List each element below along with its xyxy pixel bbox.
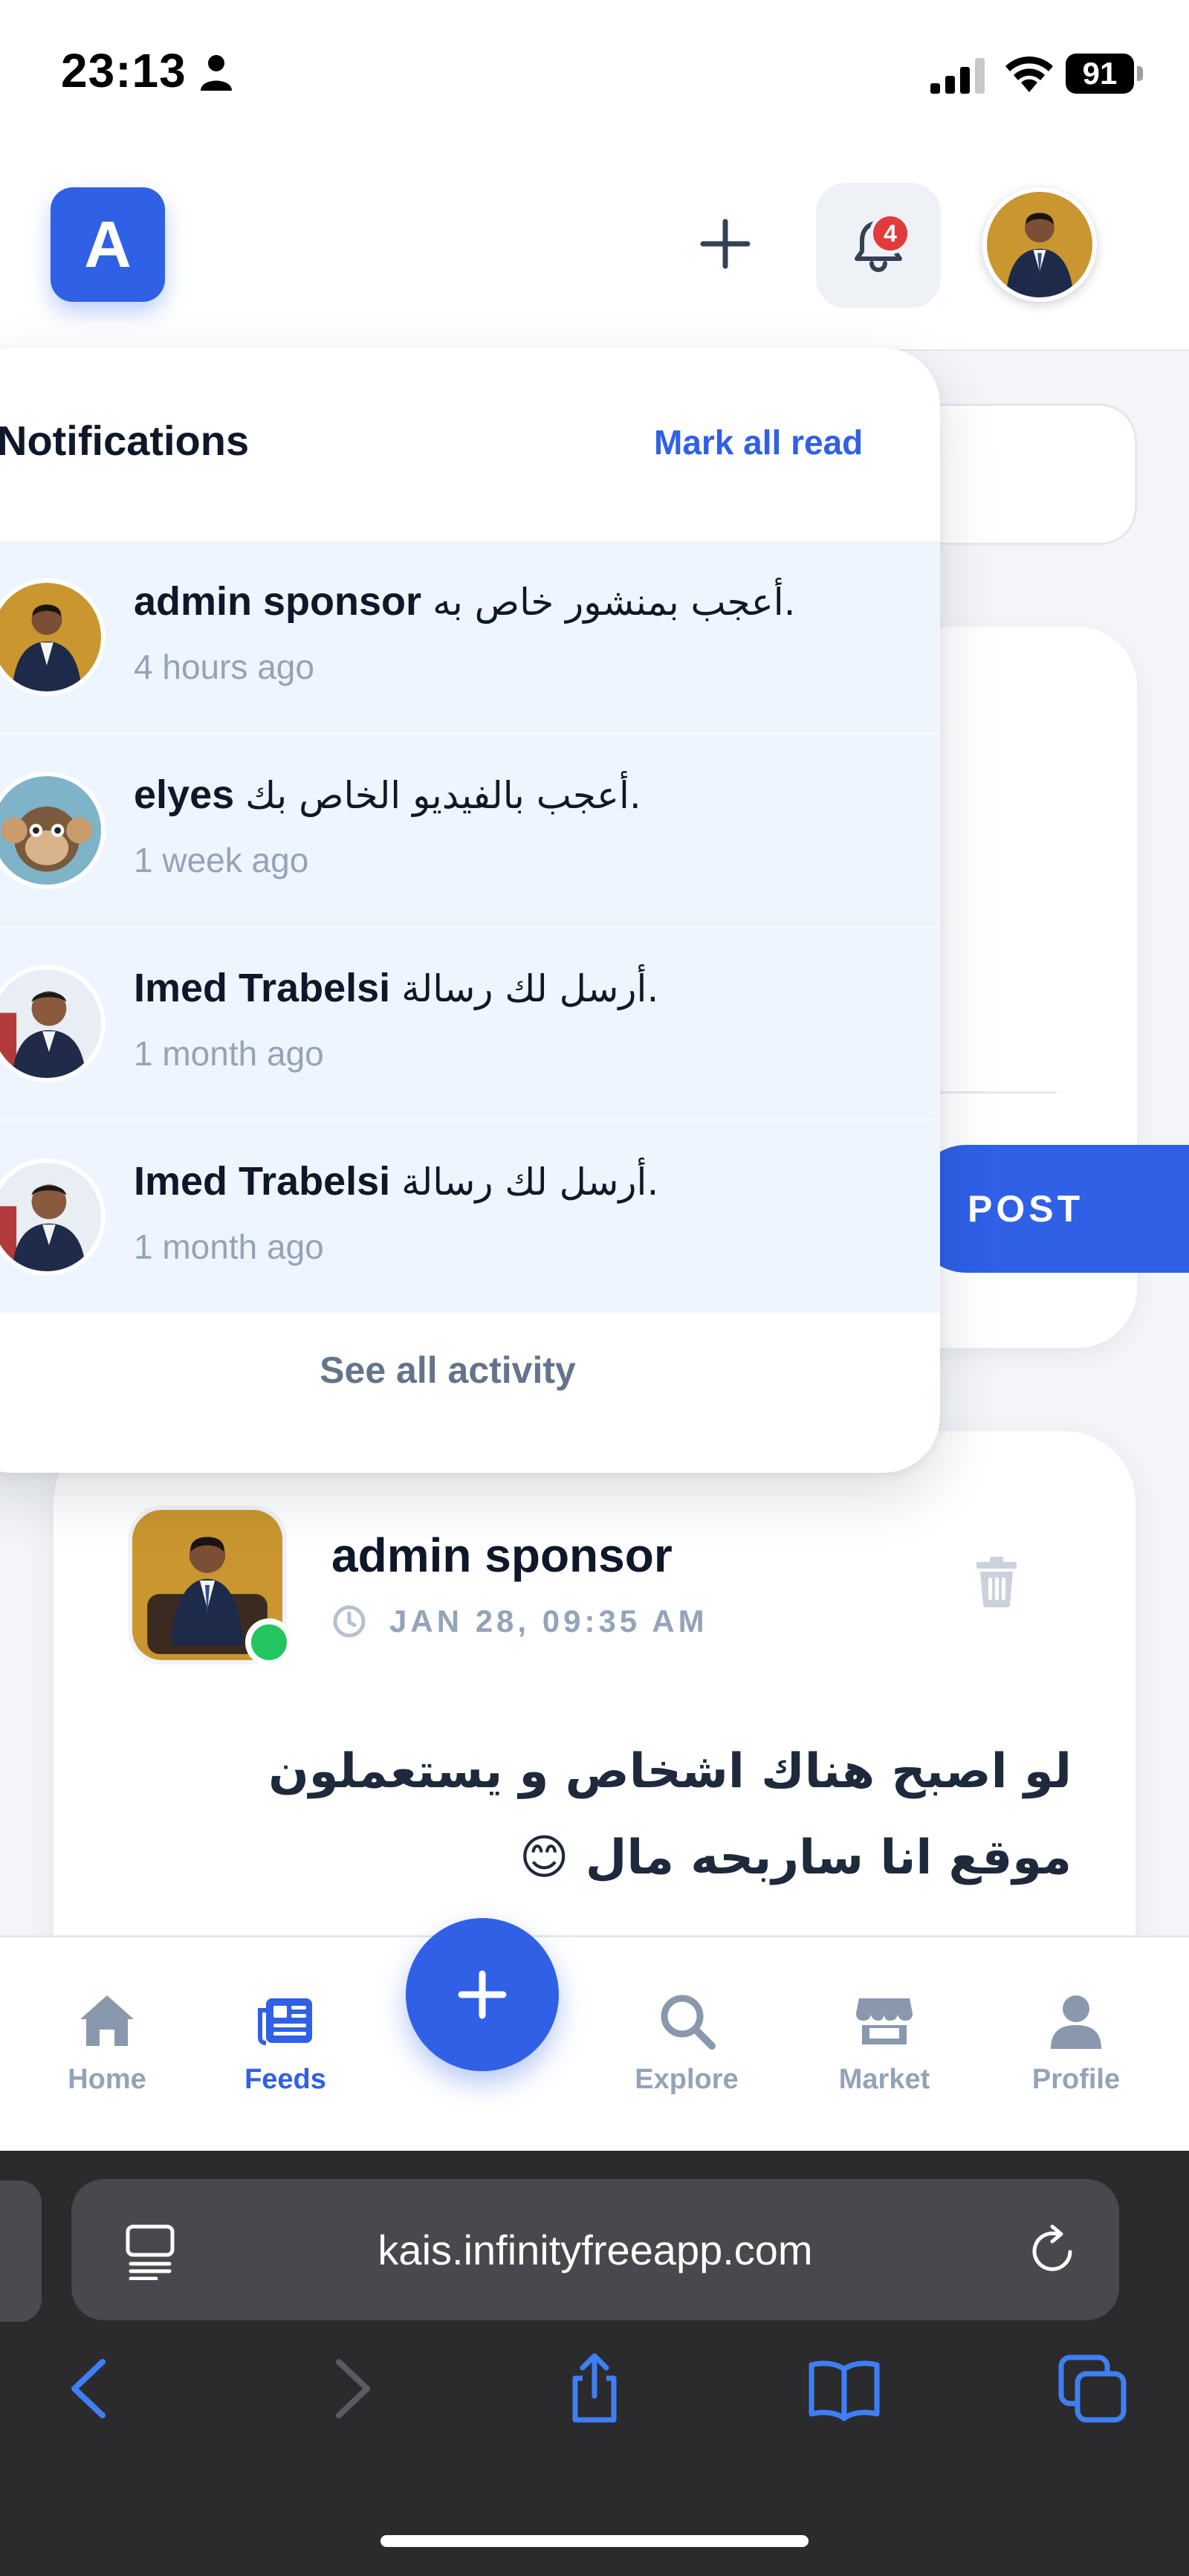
avatar-photo-icon [0,776,101,885]
mark-all-read-button[interactable]: Mark all read [654,422,863,462]
nav-feeds-label: Feeds [244,2064,326,2095]
url-text: kais.infinityfreeapp.com [378,2226,813,2273]
bottom-navigation: Home Feeds Explore Market Profile [0,1935,1189,2151]
notification-text: Imed Trabelsi أرسل لك رسالة. [134,1158,658,1204]
reload-icon[interactable] [1024,2222,1081,2279]
user-avatar[interactable] [982,187,1097,302]
notification-item[interactable]: admin sponsor أعجب بمنشور خاص به. 4 hour… [0,541,940,735]
notification-name: Imed Trabelsi [134,1159,391,1204]
notification-text: elyes أعجب بالفيديو الخاص بك. [134,772,641,818]
battery-tip [1137,66,1143,81]
home-icon [80,1995,134,2046]
nav-explore-label: Explore [635,2064,739,2095]
post-author-name[interactable]: admin sponsor [331,1528,673,1583]
notification-item[interactable]: elyes أعجب بالفيديو الخاص بك. 1 week ago [0,735,940,928]
battery-indicator: 91 [1066,54,1143,94]
post-text: لو اصبح هناك اشخاص و يستعملون موقع انا س… [268,1744,1072,1885]
notifications-list: admin sponsor أعجب بمنشور خاص به. 4 hour… [0,541,940,1314]
address-bar[interactable]: kais.infinityfreeapp.com [71,2179,1119,2320]
notification-name: admin sponsor [134,579,422,624]
app-logo[interactable]: A [51,187,165,302]
nav-profile[interactable]: Profile [994,1988,1158,2122]
notifications-header: Notifications Mark all read [0,348,940,541]
notifications-button[interactable]: 4 [816,183,941,308]
wifi-icon [1005,57,1053,92]
avatar-photo-icon [0,969,101,1078]
status-bar: 23:13 91 [0,0,1189,149]
plus-icon [458,1970,507,2019]
cellular-signal-icon [930,58,985,94]
create-post-fab[interactable] [406,1918,559,2071]
notification-time: 1 week ago [134,841,309,879]
tabs-icon[interactable] [1055,2351,1130,2426]
notification-action: أعجب بالفيديو الخاص بك. [245,774,641,817]
notification-item[interactable]: Imed Trabelsi أرسل لك رسالة. 1 month ago [0,1121,940,1314]
notification-avatar [0,578,106,696]
notification-avatar [0,965,106,1082]
back-icon[interactable] [55,2351,129,2426]
home-indicator [380,2535,809,2547]
browser-toolbar: kais.infinityfreeapp.com [0,2151,1189,2576]
search-icon [661,1995,716,2050]
online-status-dot [245,1618,293,1666]
bookmarks-icon[interactable] [807,2351,881,2426]
notification-time: 4 hours ago [134,648,314,686]
share-icon[interactable] [557,2351,632,2426]
notification-name: Imed Trabelsi [134,966,391,1010]
app-screen: 23:13 91 A 4 POST admin sponsor JAN 28, … [0,0,1189,2576]
see-all-activity-link[interactable]: See all activity [0,1314,940,1426]
previous-tab-edge[interactable] [0,2180,42,2322]
avatar-photo-icon [0,1163,101,1271]
notification-time: 1 month ago [134,1034,324,1073]
notification-avatar [0,772,106,889]
notifications-dropdown: Notifications Mark all read admin sponso… [0,348,940,1473]
forward-icon[interactable] [312,2351,386,2426]
nav-feeds[interactable]: Feeds [204,1988,367,2122]
notification-text: admin sponsor أعجب بمنشور خاص به. [134,578,796,624]
avatar-photo-icon [0,583,101,691]
person-icon [201,55,232,91]
nav-profile-label: Profile [1031,2064,1121,2095]
trash-icon[interactable] [973,1556,1020,1608]
post-timestamp: JAN 28, 09:35 AM [389,1604,708,1639]
nav-home[interactable]: Home [25,1988,189,2122]
nav-explore[interactable]: Explore [605,1988,768,2122]
nav-market-label: Market [838,2064,930,2095]
feeds-icon [258,1998,312,2045]
nav-home-label: Home [68,2064,146,2095]
notification-item[interactable]: Imed Trabelsi أرسل لك رسالة. 1 month ago [0,928,940,1121]
nav-market[interactable]: Market [803,1988,966,2122]
post-timestamp-row: JAN 28, 09:35 AM [331,1604,708,1639]
notification-action: أعجب بمنشور خاص به. [432,581,796,624]
status-time: 23:13 [61,44,187,97]
app-header: A 4 [0,149,1189,351]
notification-avatar [0,1158,106,1276]
notification-count-badge: 4 [869,213,911,254]
notification-action: أرسل لك رسالة. [401,967,659,1010]
notification-name: elyes [134,772,235,817]
post-button[interactable]: POST [914,1145,1189,1273]
user-icon [1051,1995,1101,2049]
notification-action: أرسل لك رسالة. [401,1161,659,1204]
notification-time: 1 month ago [134,1227,324,1266]
clock-icon [333,1605,366,1638]
notifications-title: Notifications [0,417,250,464]
add-icon[interactable] [696,214,755,274]
avatar-photo-icon [987,192,1092,297]
battery-level: 91 [1066,54,1134,94]
store-icon [856,1998,913,2044]
notification-text: Imed Trabelsi أرسل لك رسالة. [134,965,658,1011]
